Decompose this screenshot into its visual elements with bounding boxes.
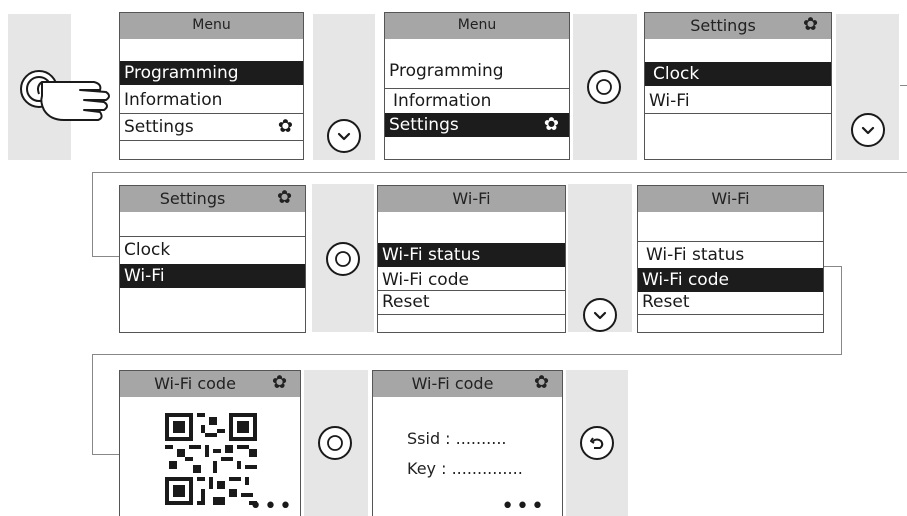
ok-circle-icon[interactable] bbox=[318, 426, 352, 460]
settings-screen: Settings ✿ Clock Wi-Fi bbox=[644, 12, 832, 160]
screen-title: Wi-Fi bbox=[452, 189, 491, 208]
divider bbox=[120, 140, 303, 141]
screen-title: Settings bbox=[690, 16, 756, 35]
connector-line bbox=[92, 354, 842, 355]
chevron-down-icon[interactable] bbox=[851, 113, 885, 147]
connector-line bbox=[92, 172, 907, 173]
chevron-down-icon[interactable] bbox=[583, 298, 617, 332]
divider bbox=[378, 314, 565, 315]
menu-item-wifi-status[interactable]: Wi-Fi status bbox=[638, 243, 823, 267]
screen-title: Wi-Fi code bbox=[411, 374, 494, 393]
screen-title: Menu bbox=[192, 17, 231, 33]
divider bbox=[120, 236, 305, 237]
connector-line bbox=[92, 454, 120, 455]
more-icon[interactable]: ••• bbox=[501, 496, 546, 516]
gear-icon: ✿ bbox=[277, 187, 293, 208]
menu-item-settings[interactable]: Settings ✿ bbox=[385, 113, 569, 137]
menu-item-programming[interactable]: Programming bbox=[120, 61, 303, 85]
screen-title: Wi-Fi code bbox=[154, 374, 236, 393]
screen-header: Menu bbox=[385, 13, 569, 39]
menu-item-clock[interactable]: Clock bbox=[120, 238, 305, 262]
press-button-icon bbox=[14, 66, 114, 126]
settings-screen: Settings ✿ Clock Wi-Fi bbox=[119, 185, 306, 333]
connector-line bbox=[900, 85, 907, 86]
connector-line bbox=[92, 172, 93, 257]
divider bbox=[645, 113, 831, 114]
screen-header: Wi-Fi code ✿ bbox=[120, 371, 300, 397]
screen-header: Wi-Fi code ✿ bbox=[373, 371, 562, 397]
wifi-screen: Wi-Fi Wi-Fi status Wi-Fi code Reset bbox=[377, 185, 566, 333]
menu-item-wifi-code[interactable]: Wi-Fi code bbox=[638, 268, 823, 292]
divider bbox=[638, 314, 823, 315]
menu-screen: Menu Programming Information Settings ✿ bbox=[119, 12, 304, 160]
menu-item-settings[interactable]: Settings ✿ bbox=[120, 115, 303, 139]
screen-header: Settings ✿ bbox=[120, 186, 305, 212]
qr-code bbox=[165, 413, 257, 505]
menu-item-wifi[interactable]: Wi-Fi bbox=[120, 264, 305, 288]
menu-item-reset[interactable]: Reset bbox=[638, 290, 823, 314]
more-icon[interactable]: ••• bbox=[249, 496, 294, 516]
wifi-code-qr-screen: Wi-Fi code ✿ ••• bbox=[119, 370, 301, 516]
ok-circle-icon[interactable] bbox=[326, 242, 360, 276]
menu-item-programming[interactable]: Programming bbox=[385, 59, 569, 83]
menu-item-label: Settings bbox=[124, 117, 194, 137]
gear-icon: ✿ bbox=[803, 14, 819, 35]
menu-item-clock[interactable]: Clock bbox=[645, 62, 831, 86]
divider bbox=[638, 241, 823, 242]
divider bbox=[120, 113, 303, 114]
menu-item-information[interactable]: Information bbox=[385, 89, 569, 113]
menu-item-reset[interactable]: Reset bbox=[378, 290, 565, 314]
ok-circle-icon[interactable] bbox=[587, 70, 621, 104]
gear-icon: ✿ bbox=[543, 114, 559, 135]
menu-item-wifi-code[interactable]: Wi-Fi code bbox=[378, 268, 565, 292]
connector-line bbox=[92, 256, 120, 257]
connector-line bbox=[822, 266, 842, 267]
screen-header: Wi-Fi bbox=[638, 186, 823, 212]
menu-screen: Menu Programming Information Settings ✿ bbox=[384, 12, 570, 160]
screen-title: Wi-Fi bbox=[711, 189, 750, 208]
connector-line bbox=[92, 354, 93, 455]
gear-icon: ✿ bbox=[534, 372, 550, 393]
wifi-screen: Wi-Fi Wi-Fi status Wi-Fi code Reset bbox=[637, 185, 824, 333]
wifi-code-text-screen: Wi-Fi code ✿ Ssid : .......... Key : ....… bbox=[372, 370, 563, 516]
gear-icon: ✿ bbox=[277, 116, 293, 137]
key-label: Key : .............. bbox=[407, 459, 523, 478]
chevron-down-icon[interactable] bbox=[327, 119, 361, 153]
menu-item-label: Settings bbox=[389, 115, 459, 135]
back-arrow-icon[interactable] bbox=[580, 426, 614, 460]
screen-title: Settings bbox=[159, 189, 226, 208]
screen-header: Wi-Fi bbox=[378, 186, 565, 212]
menu-item-wifi-status[interactable]: Wi-Fi status bbox=[378, 243, 565, 267]
gear-icon: ✿ bbox=[272, 372, 288, 393]
menu-item-wifi[interactable]: Wi-Fi bbox=[645, 89, 831, 113]
connector-line bbox=[841, 266, 842, 355]
screen-title: Menu bbox=[457, 17, 497, 33]
menu-item-information[interactable]: Information bbox=[120, 88, 303, 112]
ssid-label: Ssid : .......... bbox=[407, 429, 507, 448]
screen-header: Settings ✿ bbox=[645, 13, 831, 39]
screen-header: Menu bbox=[120, 13, 303, 39]
